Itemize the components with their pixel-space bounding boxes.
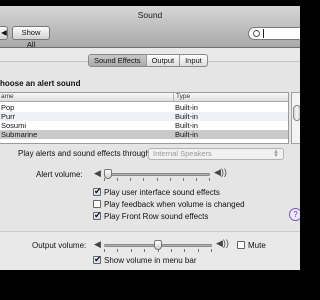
title-bar: Sound ◀ Show All xyxy=(0,6,300,49)
feedback-volume-checkbox[interactable] xyxy=(93,200,101,208)
slider-tick xyxy=(184,249,186,252)
sound-name: Submarine xyxy=(1,130,38,139)
sound-name: Pop xyxy=(1,103,15,112)
output-device-popup[interactable]: Internal Speakers ▲ ▼ xyxy=(148,148,284,160)
column-header-name[interactable]: ame xyxy=(1,93,14,101)
front-row-label: Play Front Row sound effects xyxy=(104,212,209,221)
play-through-label: Play alerts and sound effects through: xyxy=(18,149,153,158)
back-button[interactable]: ◀ xyxy=(0,26,8,40)
feedback-volume-label: Play feedback when volume is changed xyxy=(104,200,245,209)
slider-tick xyxy=(130,249,132,252)
slider-tick xyxy=(195,178,197,181)
sound-name: Sosumi xyxy=(1,121,27,130)
alert-sound-list[interactable]: ame Type Pop Built-in Purr Built-in Sosu… xyxy=(0,92,289,144)
slider-tick xyxy=(197,249,199,252)
mute-label: Mute xyxy=(248,241,266,250)
slider-tick xyxy=(104,178,105,181)
slider-tick xyxy=(182,178,184,181)
list-item[interactable]: Pop Built-in xyxy=(0,103,288,112)
alert-volume-ticks xyxy=(104,178,210,182)
popup-arrows-icon: ▲ ▼ xyxy=(273,149,279,159)
ui-sound-effects-label: Play user interface sound effects xyxy=(104,188,220,197)
show-all-button[interactable]: Show All xyxy=(12,26,50,49)
tab-bar: Sound Effects Output Input xyxy=(88,54,208,67)
speaker-low-icon: ◀ xyxy=(94,168,101,178)
output-volume-knob[interactable] xyxy=(154,240,162,250)
tab-sound-effects[interactable]: Sound Effects xyxy=(89,55,147,66)
ui-sound-effects-checkbox[interactable]: ✔ xyxy=(93,186,102,196)
slider-tick xyxy=(104,249,105,252)
list-item[interactable]: Sosumi Built-in xyxy=(0,121,288,130)
speaker-high-icon: ◀)) xyxy=(216,238,229,248)
output-device-value: Internal Speakers xyxy=(153,149,212,158)
slider-tick xyxy=(117,249,119,252)
list-header: ame Type xyxy=(0,93,288,102)
show-volume-menu-bar-label: Show volume in menu bar xyxy=(104,256,197,265)
slider-tick xyxy=(156,178,158,181)
sound-type: Built-in xyxy=(175,121,198,130)
sound-type: Built-in xyxy=(175,112,198,121)
choose-alert-sound-heading: hoose an alert sound xyxy=(0,79,81,88)
slider-tick xyxy=(211,249,212,252)
list-scrollbar[interactable] xyxy=(291,92,300,144)
alert-volume-knob[interactable] xyxy=(104,169,112,179)
tab-input[interactable]: Input xyxy=(180,55,207,66)
search-field[interactable] xyxy=(248,27,300,40)
mute-checkbox[interactable] xyxy=(237,241,245,249)
checkmark-icon: ✔ xyxy=(94,186,102,196)
speaker-high-icon: ◀)) xyxy=(214,167,227,177)
sound-type: Built-in xyxy=(175,130,198,139)
checkmark-icon: ✔ xyxy=(94,210,102,220)
slider-tick xyxy=(170,249,172,252)
slider-tick xyxy=(144,249,146,252)
checkmark-icon: ✔ xyxy=(94,254,102,264)
help-button[interactable]: ? xyxy=(289,208,300,221)
speaker-low-icon: ◀ xyxy=(94,239,101,249)
sound-preferences-window: Sound ◀ Show All Sound Effects Output In… xyxy=(0,6,300,270)
list-item[interactable]: Purr Built-in xyxy=(0,112,288,121)
search-icon xyxy=(253,30,260,37)
text-caret xyxy=(263,29,264,38)
sound-type: Built-in xyxy=(175,103,198,112)
alert-volume-label: Alert volume: xyxy=(36,170,83,179)
section-divider xyxy=(0,231,300,232)
window-title: Sound xyxy=(137,10,163,20)
slider-tick xyxy=(209,178,210,181)
show-volume-menu-bar-checkbox[interactable]: ✔ xyxy=(93,254,102,264)
slider-tick xyxy=(169,178,171,181)
sound-name: Purr xyxy=(1,112,16,121)
tab-output[interactable]: Output xyxy=(147,55,181,66)
slider-tick xyxy=(130,178,132,181)
alert-volume-track[interactable] xyxy=(104,173,210,176)
front-row-checkbox[interactable]: ✔ xyxy=(93,210,102,220)
preferences-content: Sound Effects Output Input hoose an aler… xyxy=(0,48,300,270)
output-volume-label: Output volume: xyxy=(32,241,87,250)
column-header-type[interactable]: Type xyxy=(173,93,190,101)
slider-tick xyxy=(143,178,145,181)
slider-tick xyxy=(117,178,119,181)
list-item-selected[interactable]: Submarine Built-in xyxy=(0,130,288,139)
scroll-thumb[interactable] xyxy=(293,105,300,121)
